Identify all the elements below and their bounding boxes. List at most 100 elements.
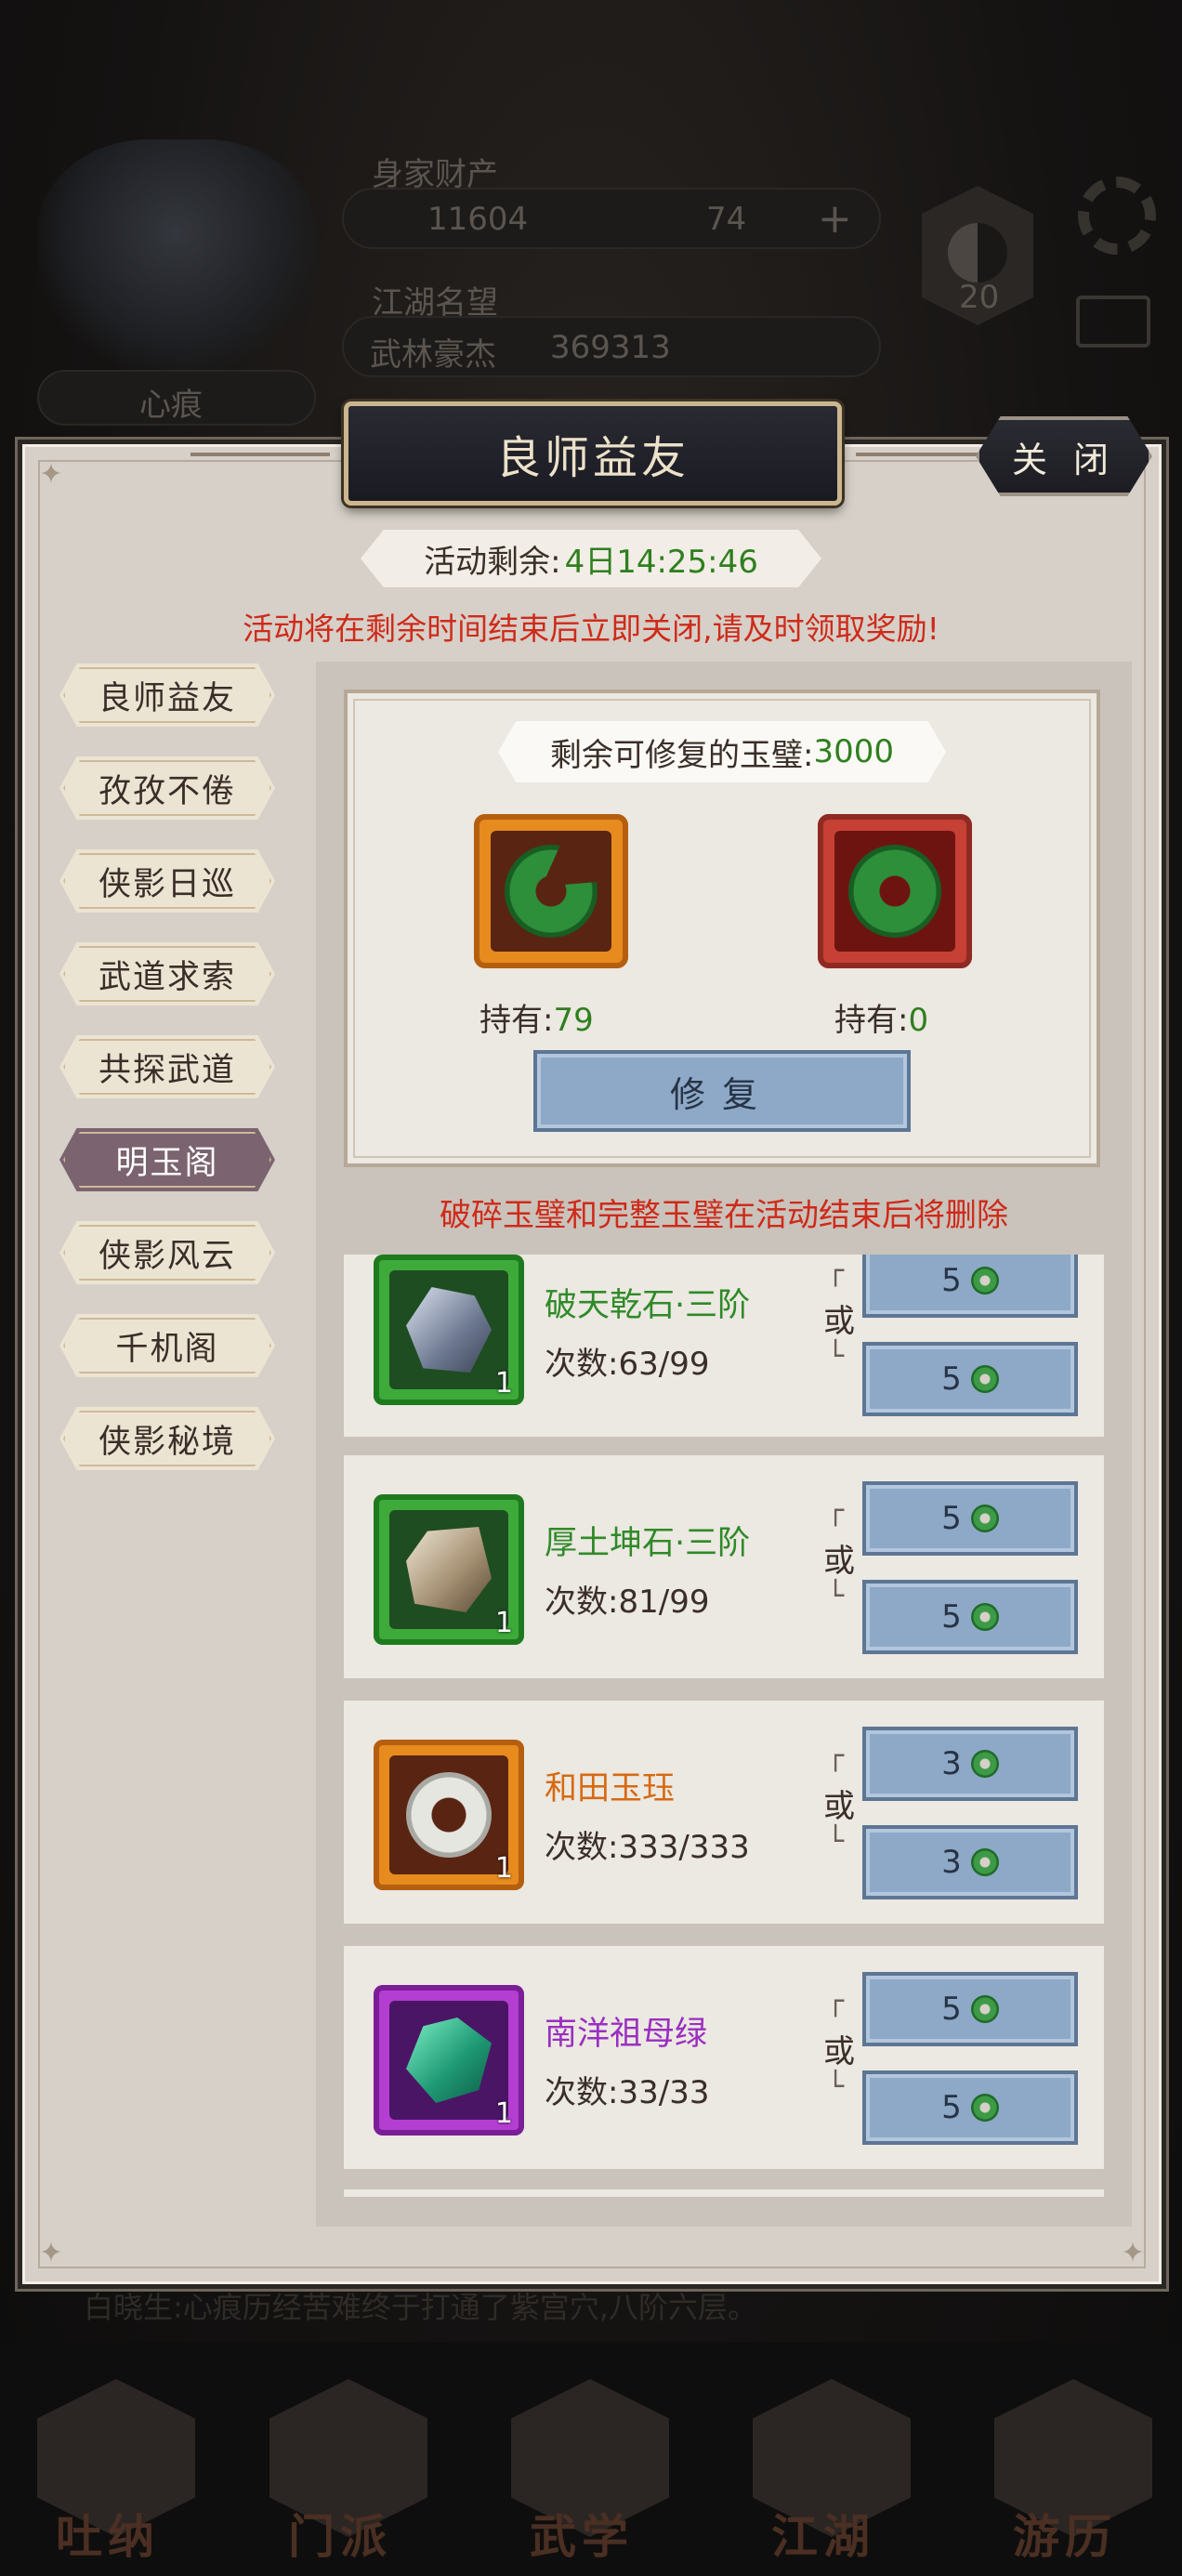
nav-sect: 门派 — [288, 2510, 392, 2564]
whole-jade-bg — [834, 831, 955, 952]
jade-coin-icon — [970, 2094, 999, 2122]
tab-label: 共探武道 — [98, 1051, 236, 1089]
item-name: 南洋祖母绿 — [545, 2016, 708, 2053]
repair-button[interactable]: 修复 — [533, 1050, 911, 1132]
or-label: 或 — [823, 1788, 855, 1825]
exchange-button-a[interactable]: 3 — [862, 1727, 1078, 1801]
count-label: 次数: — [545, 2074, 619, 2111]
or-label: 或 — [823, 1543, 855, 1580]
whole-jade-hold: 持有:0 — [834, 994, 928, 1040]
bracket-top: ┌ — [827, 1494, 845, 1527]
tab-gongtanwudao[interactable]: 共探武道 — [59, 1035, 275, 1098]
item-bg — [389, 1270, 508, 1389]
tab-label: 侠影风云 — [98, 1237, 236, 1275]
item-name: 破天乾石·三阶 — [545, 1287, 751, 1324]
title-wing-right — [856, 453, 995, 456]
remaining-value: 3000 — [813, 733, 894, 770]
bracket-bottom: └ — [827, 1580, 845, 1612]
tab-zizibujuan[interactable]: 孜孜不倦 — [59, 756, 275, 820]
price-value: 5 — [941, 2089, 962, 2126]
item-count: 次数:33/33 — [545, 2067, 709, 2112]
bracket-bottom: └ — [827, 2070, 845, 2103]
tab-liangshiyiyou[interactable]: 良师益友 — [59, 664, 275, 727]
item-qty: 1 — [494, 1852, 513, 1885]
or-bracket: ┌ 或 └ — [823, 1255, 855, 1375]
count-value: 81/99 — [618, 1584, 710, 1621]
exchange-button-a[interactable]: 5 — [862, 1255, 1078, 1318]
timer-value: 4日14:25:46 — [564, 543, 758, 581]
fame-value: 369313 — [550, 329, 671, 366]
list-item: 1 南洋祖母绿 次数:33/33 ┌ 或 └ 5 5 — [344, 1946, 1104, 2169]
whole-jade-slot[interactable] — [818, 814, 972, 968]
exchange-button-b[interactable]: 3 — [862, 1825, 1078, 1899]
bracket-bottom: └ — [827, 1340, 845, 1373]
tab-xiayingfengyun[interactable]: 侠影风云 — [59, 1221, 275, 1284]
hold-value: 79 — [553, 1002, 594, 1039]
add-currency-icon: + — [818, 195, 852, 243]
item-count: 次数:63/99 — [545, 1338, 709, 1384]
deletion-notice: 破碎玉璧和完整玉璧在活动结束后将删除 — [440, 1197, 1008, 1234]
hold-label: 持有: — [834, 1002, 909, 1039]
corner-ornament: ✦ — [1121, 2237, 1145, 2269]
currency-bar — [342, 188, 881, 249]
count-value: 63/99 — [618, 1346, 710, 1383]
gear-icon — [1078, 177, 1156, 255]
tab-label: 千机阁 — [115, 1330, 219, 1368]
jade-coin-icon — [970, 1267, 999, 1295]
bracket-top: ┌ — [827, 1985, 845, 2017]
tab-xiayingmijing[interactable]: 侠影秘境 — [59, 1407, 275, 1470]
exchange-button-b[interactable]: 5 — [862, 2070, 1078, 2145]
broken-jade-disk-icon — [505, 845, 598, 938]
item-slot[interactable]: 1 — [374, 1740, 524, 1890]
broken-jade-slot[interactable] — [474, 814, 628, 968]
item-qty: 1 — [494, 2097, 513, 2130]
bracket-top: ┌ — [827, 1740, 845, 1772]
item-name: 厚土坤石·三阶 — [545, 1525, 751, 1562]
jade-coin-icon — [970, 1505, 999, 1532]
or-bracket: ┌ 或 └ — [823, 1985, 855, 2106]
corner-ornament: ✦ — [39, 2237, 63, 2269]
list-item: 1 和田玉珏 次数:333/333 ┌ 或 └ 3 3 — [344, 1701, 1104, 1924]
nav-travel: 游历 — [1013, 2510, 1117, 2564]
price-value: 5 — [941, 1360, 962, 1398]
tab-mingyuge[interactable]: 明玉阁 — [59, 1128, 275, 1191]
item-slot[interactable]: 1 — [374, 1494, 524, 1645]
tab-qianjige[interactable]: 千机阁 — [59, 1314, 275, 1377]
price-value: 5 — [941, 1262, 962, 1299]
item-slot[interactable]: 1 — [374, 1985, 524, 2136]
exchange-button-b[interactable]: 5 — [862, 1580, 1078, 1654]
exchange-button-a[interactable]: 5 — [862, 1972, 1078, 2046]
tab-label: 孜孜不倦 — [98, 772, 236, 810]
nav-tuna: 吐纳 — [56, 2510, 160, 2564]
repairable-remaining: 剩余可修复的玉璧: 3000 — [498, 721, 946, 782]
tab-label: 武道求索 — [98, 958, 236, 996]
nav-martial: 武学 — [530, 2510, 634, 2564]
player-level: 20 — [959, 279, 1000, 316]
bracket-top: ┌ — [827, 1255, 845, 1287]
price-value: 3 — [941, 1844, 962, 1881]
mail-icon — [1076, 296, 1150, 348]
exchange-button-b[interactable]: 5 — [862, 1342, 1078, 1416]
close-button[interactable]: 关 闭 — [976, 416, 1152, 496]
character-portrait — [37, 139, 316, 372]
corner-ornament: ✦ — [39, 458, 63, 491]
broken-jade-bg — [491, 831, 611, 952]
exchange-button-a[interactable]: 5 — [862, 1481, 1078, 1556]
tab-wudaoqiusuo[interactable]: 武道求索 — [59, 942, 275, 1005]
price-value: 5 — [941, 1991, 962, 2028]
item-qty: 1 — [494, 1367, 513, 1400]
tab-label: 侠影秘境 — [98, 1423, 236, 1461]
exchange-list[interactable]: 1 破天乾石·三阶 次数:63/99 ┌ 或 └ 5 5 1 厚土坤石·三阶 次… — [344, 1255, 1104, 2202]
count-value: 33/33 — [618, 2074, 710, 2111]
item-slot[interactable]: 1 — [374, 1255, 524, 1405]
broken-jade-hold: 持有:79 — [479, 994, 594, 1040]
list-end-edge — [344, 2189, 1104, 2197]
modal-title: 良师益友 — [495, 432, 690, 484]
tab-xiayingrixun[interactable]: 侠影日巡 — [59, 849, 275, 913]
hold-label: 持有: — [479, 1002, 554, 1039]
list-item: 1 破天乾石·三阶 次数:63/99 ┌ 或 └ 5 5 — [344, 1255, 1104, 1437]
jade-coin-icon — [970, 1603, 999, 1631]
price-value: 5 — [941, 1598, 962, 1636]
close-warning: 活动将在剩余时间结束后立即关闭,请及时领取奖励! — [243, 611, 939, 647]
item-count: 次数:81/99 — [545, 1576, 709, 1622]
